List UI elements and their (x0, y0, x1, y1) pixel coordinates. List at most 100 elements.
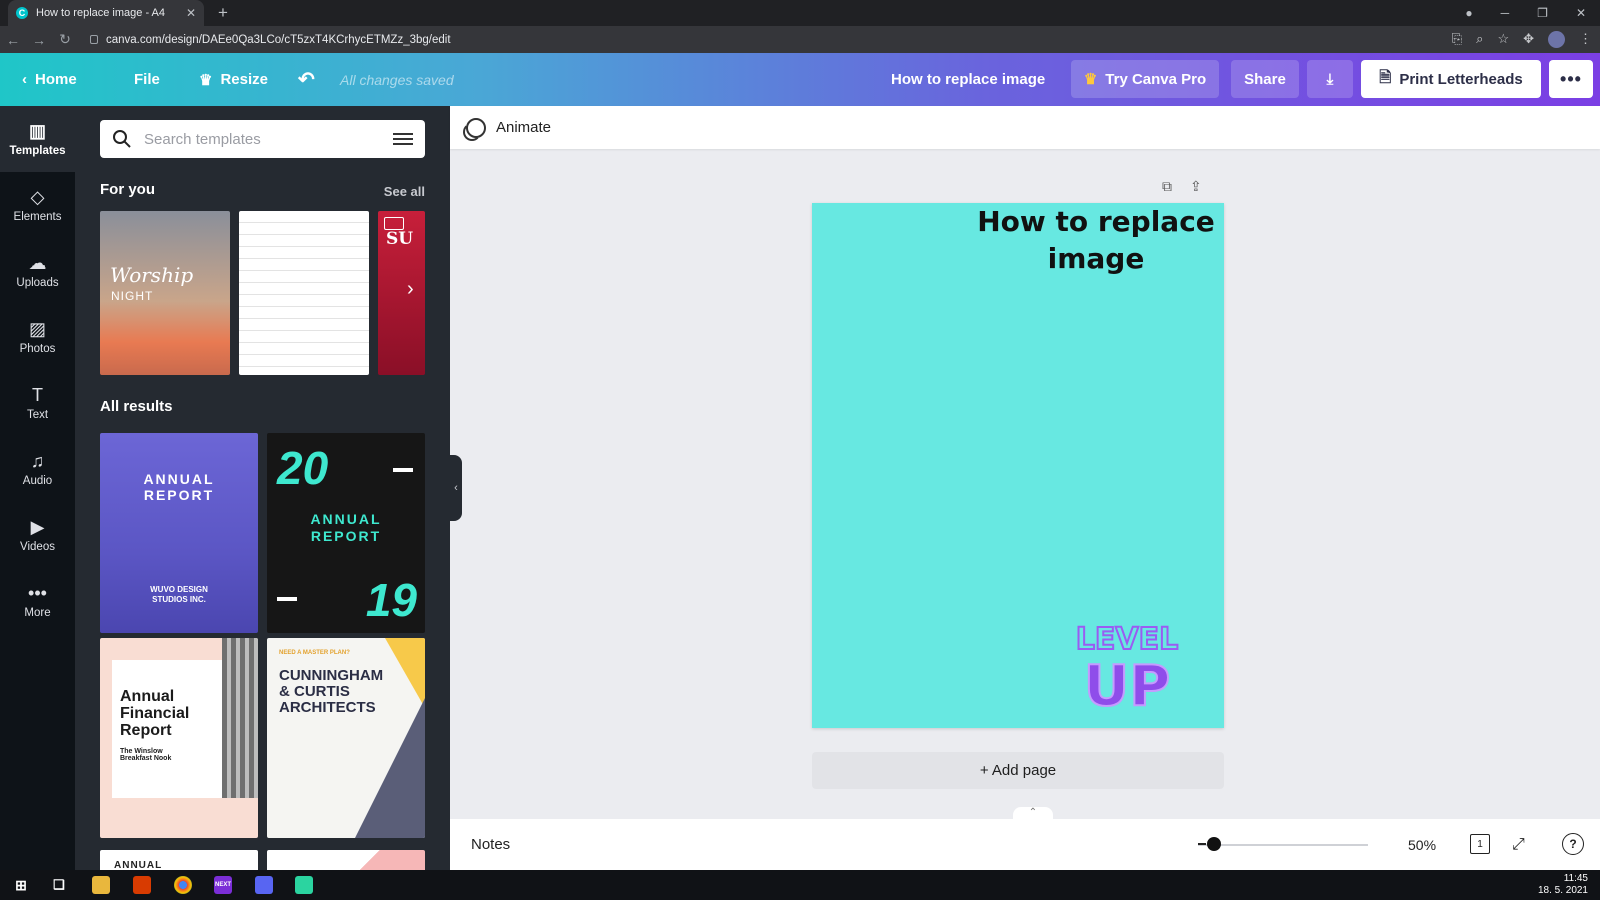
reload-icon[interactable]: ↻ (52, 31, 78, 48)
template-worship-night[interactable]: Worship NIGHT (100, 211, 230, 375)
add-page-icon[interactable]: ⇪ (1190, 178, 1202, 195)
try-pro-button[interactable]: ♛ Try Canva Pro (1071, 60, 1219, 98)
search-input[interactable] (144, 130, 381, 148)
file-menu-button[interactable]: File (134, 71, 160, 88)
rail-label: Text (26, 409, 49, 421)
office-icon[interactable] (133, 876, 151, 894)
next-app-icon[interactable]: NEXT (214, 876, 232, 894)
chrome-icon[interactable] (174, 876, 192, 894)
chevron-up-icon[interactable]: ⌃ (1013, 807, 1053, 821)
animate-icon[interactable] (463, 117, 486, 141)
window-close-icon[interactable]: ✕ (1576, 6, 1586, 20)
vertical-scrollbar[interactable] (1588, 154, 1596, 814)
more-options-button[interactable]: ••• (1549, 60, 1593, 98)
discord-icon[interactable] (255, 876, 273, 894)
see-all-link[interactable]: See all (384, 184, 425, 199)
browser-menu-icon[interactable]: ⋮ (1579, 31, 1592, 48)
rail-item-audio[interactable]: ♫ Audio (0, 436, 75, 502)
decoration (355, 698, 425, 838)
url-field[interactable]: canva.com/design/DAEe0Qa3LCo/cT5zxT4KCrh… (90, 34, 451, 46)
rail-item-templates[interactable]: ▥ Templates (0, 106, 75, 172)
account-icon[interactable]: ● (1465, 6, 1472, 20)
resize-button[interactable]: ♛ Resize (199, 71, 268, 89)
minimize-icon[interactable]: ─ (1501, 6, 1510, 20)
level-up-logo[interactable]: LEVEL UP (1046, 621, 1208, 713)
template-text: ANNUAL (114, 860, 163, 870)
template-search (100, 120, 425, 158)
duplicate-page-icon[interactable]: ⧉ (1162, 178, 1172, 195)
star-icon[interactable]: ☆ (1497, 31, 1509, 48)
notes-button[interactable]: Notes (471, 836, 510, 853)
share-button[interactable]: Share (1231, 60, 1299, 98)
template-architects[interactable]: NEED A MASTER PLAN? CUNNINGHAM & CURTIS … (267, 638, 425, 838)
audio-icon: ♫ (30, 451, 45, 471)
help-icon[interactable]: ? (1562, 833, 1584, 855)
download-button[interactable]: ⤓ (1307, 60, 1353, 98)
document-title[interactable]: How to replace image (891, 71, 1045, 88)
template-text: SU (386, 229, 414, 249)
canva-favicon-icon: C (16, 7, 28, 19)
filter-icon[interactable] (393, 131, 413, 147)
design-page[interactable]: How to replace image LEVEL UP (812, 203, 1224, 728)
page-count-button[interactable]: 1 (1470, 834, 1490, 854)
all-results-heading: All results (100, 398, 173, 415)
translate-icon[interactable]: ⎘ (1452, 31, 1462, 48)
template-red-video[interactable]: SU (378, 211, 425, 375)
rail-item-uploads[interactable]: ☁ Uploads (0, 238, 75, 304)
close-icon[interactable]: ✕ (186, 6, 196, 20)
zoom-slider-handle[interactable] (1206, 837, 1221, 851)
document-icon: 🗎 (1379, 68, 1392, 86)
template-annual-report-dark[interactable]: 20 ANNUAL REPORT 19 (267, 433, 425, 633)
animate-button[interactable]: Animate (496, 119, 551, 136)
print-letterheads-button[interactable]: 🗎 Print Letterheads (1361, 60, 1541, 98)
file-explorer-icon[interactable] (92, 876, 110, 894)
task-view-icon[interactable]: ❏ (50, 876, 68, 894)
chevron-left-icon: ‹ (22, 71, 27, 88)
browser-tab[interactable]: C How to replace image - A4 ✕ (8, 0, 204, 26)
template-partial[interactable] (267, 850, 425, 870)
chevron-right-icon[interactable]: › (407, 278, 414, 301)
zoom-slider-track[interactable] (1198, 844, 1368, 846)
zoom-level[interactable]: 50% (1408, 837, 1436, 853)
collapse-panel-handle[interactable]: ‹ (450, 455, 462, 521)
rail-item-more[interactable]: ••• More (0, 568, 75, 634)
add-page-button[interactable]: + Add page (812, 752, 1224, 789)
more-icon: ••• (28, 583, 47, 603)
rail-label: Videos (20, 541, 55, 553)
windows-start-icon[interactable]: ⊞ (12, 876, 30, 894)
zoom-icon[interactable]: ⌕ (1476, 31, 1483, 48)
rail-item-videos[interactable]: ▶ Videos (0, 502, 75, 568)
template-text: 20 (277, 442, 329, 494)
extensions-icon[interactable]: ✥ (1523, 31, 1534, 48)
uploads-icon: ☁ (28, 253, 47, 273)
app-icon[interactable] (295, 876, 313, 894)
save-status: All changes saved (340, 71, 454, 88)
restore-icon[interactable]: ❐ (1537, 6, 1548, 20)
home-button[interactable]: ‹ Home (22, 71, 77, 88)
fullscreen-icon[interactable]: ⤢ (1512, 836, 1525, 854)
templates-icon: ▥ (28, 121, 46, 141)
rail-item-text[interactable]: T Text (0, 370, 75, 436)
template-annual-partial[interactable]: ANNUAL (100, 850, 258, 870)
template-notes[interactable] (239, 211, 369, 375)
undo-icon[interactable]: ↶ (298, 67, 315, 92)
home-label: Home (35, 71, 77, 88)
template-financial-report[interactable]: Annual Financial Report The Winslow Brea… (100, 638, 258, 838)
template-annual-report-purple[interactable]: ANNUAL REPORT WUVO DESIGN STUDIOS INC. (100, 433, 258, 633)
page-heading-text[interactable]: How to replace image (976, 203, 1216, 277)
address-bar: ← → ↻ canva.com/design/DAEe0Qa3LCo/cT5zx… (0, 26, 1600, 53)
rail-label: Audio (22, 475, 53, 487)
template-text: ANNUAL REPORT (310, 511, 382, 544)
back-icon[interactable]: ← (0, 32, 26, 48)
rail-item-photos[interactable]: ▨ Photos (0, 304, 75, 370)
profile-avatar[interactable] (1548, 31, 1565, 48)
taskbar-clock[interactable]: 11:45 18. 5. 2021 (1538, 873, 1588, 897)
template-text: ANNUAL REPORT (143, 471, 215, 503)
logo-text: UP (1084, 654, 1171, 713)
rail-item-elements[interactable]: ◇ Elements (0, 172, 75, 238)
new-tab-icon[interactable]: + (218, 3, 228, 23)
editor-footer: ⌃ Notes 50% 1 ⤢ ? (450, 807, 1600, 870)
videos-icon: ▶ (30, 517, 45, 537)
rail-label: Photos (19, 343, 56, 355)
forward-icon[interactable]: → (26, 32, 52, 48)
